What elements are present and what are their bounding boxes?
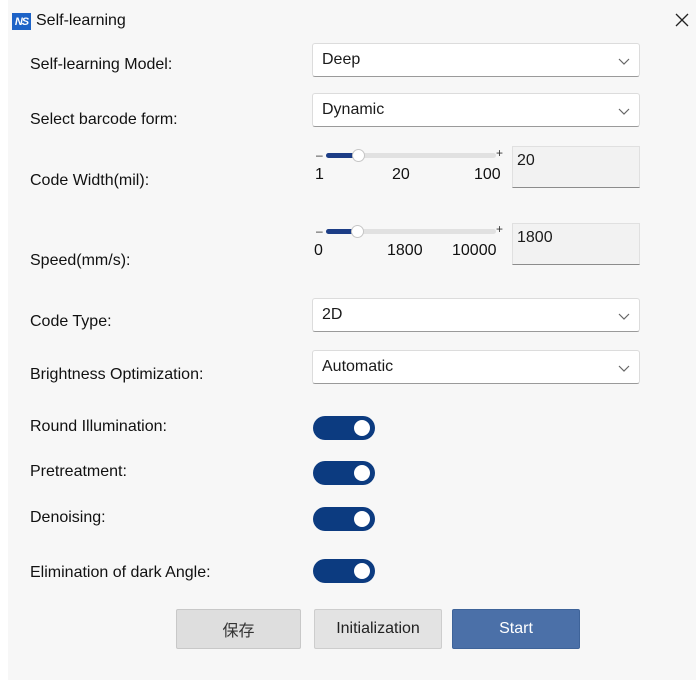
chevron-down-icon: [618, 108, 630, 115]
speed-slider[interactable]: [326, 225, 496, 238]
speed-max-tick: 10000: [452, 242, 497, 259]
title-bar: NS Self-learning: [8, 0, 696, 44]
code-type-select[interactable]: 2D: [312, 298, 640, 332]
speed-label: Speed(mm/s):: [30, 252, 131, 269]
code-width-input[interactable]: 20: [512, 146, 640, 188]
round-illumination-label: Round Illumination:: [30, 418, 167, 435]
model-select-value: Deep: [322, 51, 361, 68]
slider-decrease[interactable]: –: [316, 148, 323, 162]
initialization-button[interactable]: Initialization: [314, 609, 442, 649]
start-button[interactable]: Start: [452, 609, 580, 649]
slider-increase[interactable]: +: [496, 222, 503, 236]
code-width-slider-thumb[interactable]: [352, 149, 365, 162]
code-width-slider[interactable]: [326, 149, 496, 162]
slider-increase[interactable]: +: [496, 146, 503, 160]
code-width-mid-tick: 20: [392, 166, 410, 183]
app-logo-icon: NS: [12, 13, 31, 30]
code-type-select-value: 2D: [322, 306, 343, 323]
pretreatment-label: Pretreatment:: [30, 463, 127, 480]
brightness-select[interactable]: Automatic: [312, 350, 640, 384]
barcode-form-label: Select barcode form:: [30, 111, 178, 128]
brightness-label: Brightness Optimization:: [30, 366, 204, 383]
code-width-label: Code Width(mil):: [30, 172, 150, 189]
slider-decrease[interactable]: –: [316, 224, 323, 238]
toggle-knob: [354, 465, 370, 481]
code-width-max-tick: 100: [474, 166, 501, 183]
code-width-slider-group: – + 1 20 100: [312, 146, 512, 190]
toggle-knob: [354, 420, 370, 436]
toggle-knob: [354, 511, 370, 527]
speed-mid-tick: 1800: [387, 242, 423, 259]
chevron-down-icon: [618, 58, 630, 65]
self-learning-dialog: NS Self-learning Self-learning Model: De…: [8, 0, 696, 680]
model-label: Self-learning Model:: [30, 56, 173, 73]
speed-input[interactable]: 1800: [512, 223, 640, 265]
dark-angle-toggle[interactable]: [313, 559, 375, 583]
close-icon[interactable]: [668, 6, 696, 34]
barcode-form-select-value: Dynamic: [322, 101, 385, 118]
barcode-form-select[interactable]: Dynamic: [312, 93, 640, 127]
brightness-select-value: Automatic: [322, 358, 394, 375]
code-width-min-tick: 1: [315, 166, 324, 183]
speed-slider-thumb[interactable]: [351, 225, 364, 238]
save-button[interactable]: 保存: [176, 609, 301, 649]
dark-angle-label: Elimination of dark Angle:: [30, 564, 211, 581]
speed-slider-group: – + 0 1800 10000: [312, 222, 512, 266]
chevron-down-icon: [618, 365, 630, 372]
denoising-toggle[interactable]: [313, 507, 375, 531]
chevron-down-icon: [618, 313, 630, 320]
toggle-knob: [354, 563, 370, 579]
window-title: Self-learning: [36, 12, 126, 29]
pretreatment-toggle[interactable]: [313, 461, 375, 485]
round-illumination-toggle[interactable]: [313, 416, 375, 440]
denoising-label: Denoising:: [30, 509, 106, 526]
model-select[interactable]: Deep: [312, 43, 640, 77]
code-type-label: Code Type:: [30, 313, 112, 330]
speed-min-tick: 0: [314, 242, 323, 259]
